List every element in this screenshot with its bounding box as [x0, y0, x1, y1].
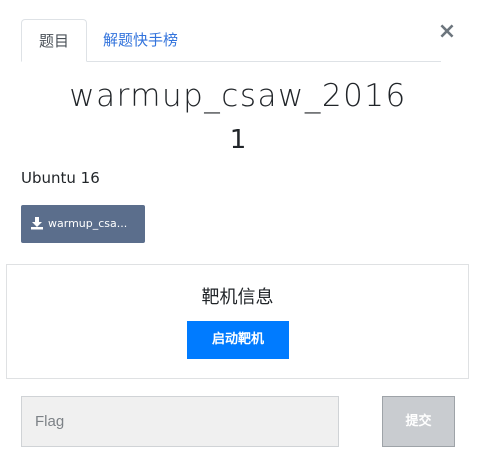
- download-file-button[interactable]: warmup_csa...: [21, 205, 145, 243]
- submit-flag-button[interactable]: 提交: [382, 396, 455, 447]
- target-info-card: 靶机信息 启动靶机: [6, 264, 469, 379]
- challenge-description: Ubuntu 16: [21, 169, 100, 187]
- download-file-label: warmup_csa...: [48, 217, 128, 230]
- start-target-label: 启动靶机: [211, 332, 264, 347]
- start-target-button[interactable]: 启动靶机: [187, 321, 289, 359]
- challenge-name: warmup_csaw_2016: [69, 78, 407, 114]
- target-info-title: 靶机信息: [201, 287, 274, 308]
- download-icon: [31, 217, 43, 230]
- tab-bar: 题目 解题快手榜: [21, 19, 441, 62]
- submit-flag-label: 提交: [405, 414, 432, 429]
- close-icon: ×: [437, 19, 457, 44]
- close-button[interactable]: ×: [437, 20, 457, 44]
- tab-challenge[interactable]: 题目: [21, 19, 87, 62]
- challenge-modal: 题目 解题快手榜 × warmup_csaw_2016 1 Ubuntu 16 …: [0, 0, 482, 469]
- tab-challenge-label: 题目: [38, 32, 69, 50]
- challenge-value: 1: [229, 125, 247, 155]
- tab-solves-label: 解题快手榜: [103, 31, 179, 49]
- flag-input[interactable]: [21, 396, 339, 447]
- tab-solves[interactable]: 解题快手榜: [103, 19, 178, 61]
